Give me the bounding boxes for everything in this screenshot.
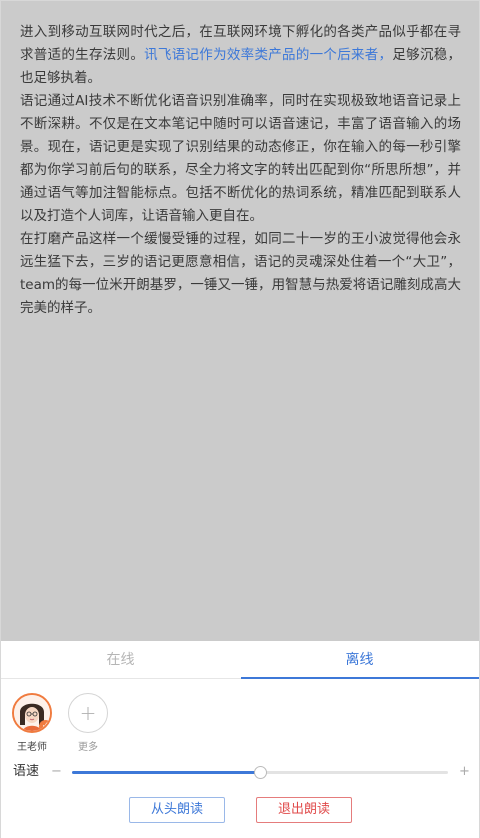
speed-increase-button[interactable]: + <box>459 761 470 783</box>
voice-label-teacher: 王老师 <box>17 742 47 753</box>
voice-item-teacher[interactable]: ✓ 王老师 <box>11 693 53 753</box>
voice-label-more: 更多 <box>78 742 98 753</box>
read-aloud-panel: 在线 离线 ✓ 王老师 + 更多 语速 − + 从头朗读 退出朗读 <box>1 641 479 838</box>
voice-item-more[interactable]: + 更多 <box>67 693 109 753</box>
article-paragraph-2: 语记通过AI技术不断优化语音识别准确率，同时在实现极致地语音记录上不断深耕。不仅… <box>20 93 461 224</box>
tab-online[interactable]: 在线 <box>1 641 240 678</box>
speed-slider-thumb[interactable] <box>254 766 267 779</box>
speed-slider-fill <box>72 771 260 774</box>
speed-decrease-button[interactable]: − <box>51 761 62 783</box>
teacher-avatar-icon[interactable]: ✓ <box>12 693 52 733</box>
article-paragraph-3: 在打磨产品这样一个缓慢受锤的过程，如同二十一岁的王小波觉得他会永远生猛下去，三岁… <box>20 231 461 316</box>
speed-control: 语速 − + <box>13 761 473 783</box>
tab-offline[interactable]: 离线 <box>240 641 479 678</box>
highlighted-text: 讯飞语记作为效率类产品的一个后来者， <box>144 47 393 63</box>
voice-list: ✓ 王老师 + 更多 <box>11 693 109 753</box>
exit-reading-button[interactable]: 退出朗读 <box>256 797 352 823</box>
speed-label: 语速 <box>13 764 40 779</box>
article-content: 进入到移动互联网时代之后，在互联网环境下孵化的各类产品似乎都在寻求普适的生存法则… <box>1 1 479 641</box>
voice-tabs: 在线 离线 <box>1 641 479 679</box>
selected-check-icon: ✓ <box>39 720 50 731</box>
article-paragraph-1: 进入到移动互联网时代之后，在互联网环境下孵化的各类产品似乎都在寻求普适的生存法则… <box>20 21 461 90</box>
active-tab-indicator <box>241 677 479 679</box>
plus-icon[interactable]: + <box>68 693 108 733</box>
speed-slider[interactable] <box>72 766 448 779</box>
read-from-start-button[interactable]: 从头朗读 <box>129 797 225 823</box>
